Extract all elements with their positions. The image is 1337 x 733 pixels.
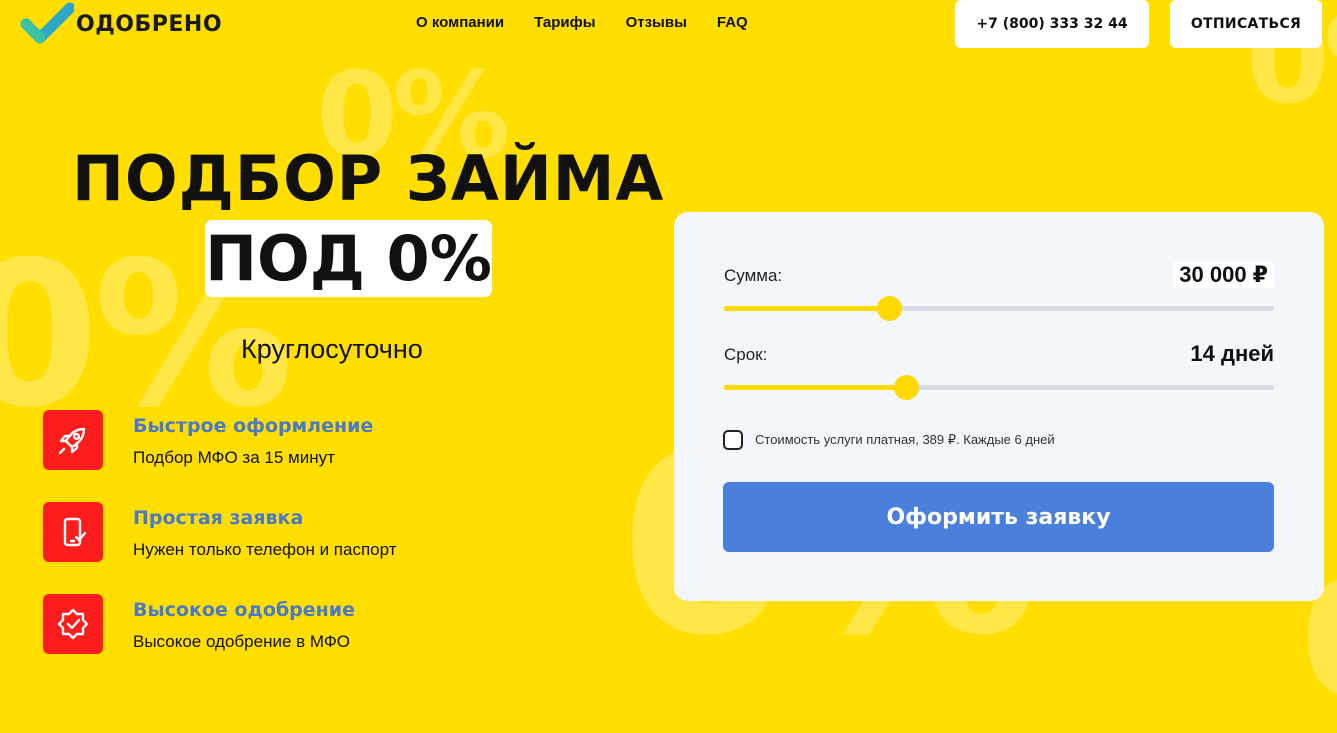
term-label: Срок: bbox=[724, 345, 768, 364]
badge-check-icon bbox=[43, 594, 103, 654]
amount-slider-handle[interactable] bbox=[877, 296, 902, 321]
feature-description: Нужен только телефон и паспорт bbox=[133, 540, 397, 559]
hero-title: ПОДБОР ЗАЙМА bbox=[72, 142, 665, 215]
feature-description: Подбор МФО за 15 минут bbox=[133, 448, 335, 467]
logo[interactable]: ОДОБРЕНО bbox=[20, 2, 222, 46]
rocket-icon bbox=[43, 410, 103, 470]
logo-text: ОДОБРЕНО bbox=[76, 11, 223, 37]
submit-application-button[interactable]: Оформить заявку bbox=[723, 482, 1274, 552]
feature-item: Высокое одобрение Высокое одобрение в МФ… bbox=[43, 594, 463, 654]
phone-button[interactable]: +7 (800) 333 32 44 bbox=[955, 0, 1149, 48]
amount-value: 30 000 ₽ bbox=[1173, 262, 1274, 288]
amount-label: Сумма: bbox=[724, 266, 783, 285]
checkmark-logo-icon bbox=[20, 2, 74, 44]
unsubscribe-button[interactable]: ОТПИСАТЬСЯ bbox=[1170, 0, 1322, 48]
loan-form-card: Сумма: 30 000 ₽ Срок: 14 дней Стоимость … bbox=[674, 212, 1324, 601]
nav-link-faq[interactable]: FAQ bbox=[717, 14, 748, 31]
phone-check-icon bbox=[43, 502, 103, 562]
amount-slider[interactable] bbox=[724, 296, 1274, 321]
term-slider-fill bbox=[724, 385, 906, 390]
fee-agreement-checkbox[interactable] bbox=[723, 430, 743, 450]
fee-agreement: Стоимость услуги платная, 389 ₽. Каждые … bbox=[723, 430, 1055, 450]
feature-item: Быстрое оформление Подбор МФО за 15 мину… bbox=[43, 410, 463, 470]
term-slider[interactable] bbox=[724, 375, 1274, 400]
hero-title-highlight: ПОД 0% bbox=[205, 220, 492, 297]
nav-link-reviews[interactable]: Отзывы bbox=[626, 14, 687, 31]
feature-item: Простая заявка Нужен только телефон и па… bbox=[43, 502, 463, 562]
term-slider-handle[interactable] bbox=[894, 375, 919, 400]
main-nav: О компании Тарифы Отзывы FAQ bbox=[416, 14, 748, 31]
nav-link-tariffs[interactable]: Тарифы bbox=[534, 14, 595, 31]
amount-slider-fill bbox=[724, 306, 889, 311]
fee-agreement-text: Стоимость услуги платная, 389 ₽. Каждые … bbox=[755, 432, 1055, 447]
hero-subtitle: Круглосуточно bbox=[241, 334, 423, 364]
feature-title: Высокое одобрение bbox=[133, 599, 355, 621]
feature-title: Простая заявка bbox=[133, 507, 304, 529]
feature-description: Высокое одобрение в МФО bbox=[133, 632, 350, 651]
feature-title: Быстрое оформление bbox=[133, 415, 374, 437]
nav-link-about[interactable]: О компании bbox=[416, 14, 504, 31]
term-value: 14 дней bbox=[1190, 341, 1274, 366]
hero-title-second-line: ПОД 0% bbox=[205, 222, 492, 295]
